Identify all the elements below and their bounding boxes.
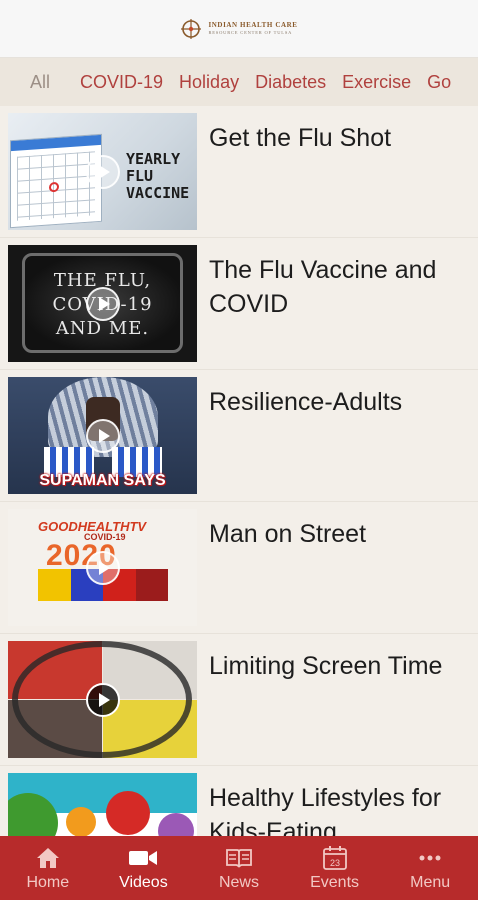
- video-title[interactable]: Man on Street: [197, 509, 376, 633]
- video-title[interactable]: Healthy Lifestyles for Kids-Eating: [197, 773, 478, 836]
- nav-videos[interactable]: Videos: [96, 836, 192, 900]
- video-item-get-the-flu-shot[interactable]: YEARLY FLU VACCINE Get the Flu Shot: [0, 106, 478, 238]
- play-icon[interactable]: [85, 682, 120, 717]
- tab-holiday[interactable]: Holiday: [171, 72, 247, 93]
- video-title[interactable]: Resilience-Adults: [197, 377, 412, 501]
- thumbnail-text: YEARLY FLU VACCINE: [126, 150, 190, 202]
- newspaper-icon: [226, 848, 252, 867]
- play-icon[interactable]: [85, 418, 120, 453]
- video-list: YEARLY FLU VACCINE Get the Flu Shot THE …: [0, 106, 478, 836]
- app-header: INDIAN HEALTH CARE RESOURCE CENTER OF TU…: [0, 0, 478, 58]
- nav-news-label: News: [218, 873, 259, 891]
- video-item-resilience-adults[interactable]: SUPAMAN SAYS Resilience-Adults: [0, 370, 478, 502]
- play-icon[interactable]: [85, 286, 120, 321]
- video-title[interactable]: Get the Flu Shot: [197, 113, 401, 237]
- logo: INDIAN HEALTH CARE RESOURCE CENTER OF TU…: [180, 18, 297, 40]
- nav-home[interactable]: Home: [0, 836, 96, 900]
- video-thumbnail[interactable]: [8, 641, 197, 758]
- app-root: INDIAN HEALTH CARE RESOURCE CENTER OF TU…: [0, 0, 478, 900]
- video-thumbnail[interactable]: [8, 773, 197, 836]
- video-thumbnail[interactable]: THE FLU, COVID-19 AND ME.: [8, 245, 197, 362]
- tab-covid-19[interactable]: COVID-19: [72, 72, 171, 93]
- nav-videos-label: Videos: [119, 873, 168, 891]
- tab-exercise[interactable]: Exercise: [334, 72, 419, 93]
- tab-diabetes[interactable]: Diabetes: [247, 72, 334, 93]
- logo-title: INDIAN HEALTH CARE: [208, 20, 298, 29]
- logo-subtitle: RESOURCE CENTER OF TULSA: [208, 29, 293, 35]
- video-item-limiting-screen-time[interactable]: Limiting Screen Time: [0, 634, 478, 766]
- video-camera-icon: [129, 850, 158, 865]
- orange-shape: [66, 807, 96, 836]
- video-thumbnail[interactable]: GOODHEALTHTV COVID-19 2020: [8, 509, 197, 626]
- tab-all[interactable]: All: [0, 72, 72, 93]
- nav-events[interactable]: 23 Events: [287, 836, 383, 900]
- grape-shape: [158, 813, 194, 836]
- tab-go[interactable]: Go: [419, 72, 459, 93]
- video-thumbnail[interactable]: SUPAMAN SAYS: [8, 377, 197, 494]
- home-icon: [36, 847, 59, 868]
- video-title[interactable]: Limiting Screen Time: [197, 641, 452, 765]
- nav-menu[interactable]: Menu: [382, 836, 478, 900]
- thumbnail-text: SUPAMAN SAYS: [39, 472, 166, 489]
- video-title[interactable]: The Flu Vaccine and COVID: [197, 245, 478, 369]
- apple-shape: [106, 791, 150, 835]
- nav-events-label: Events: [310, 873, 360, 891]
- video-item-man-on-street[interactable]: GOODHEALTHTV COVID-19 2020 Man on Street: [0, 502, 478, 634]
- category-tabs: All COVID-19 Holiday Diabetes Exercise G…: [0, 58, 478, 106]
- bottom-navigation: Home Videos News 23 Events Menu: [0, 836, 478, 900]
- video-item-flu-vaccine-and-covid[interactable]: THE FLU, COVID-19 AND ME. The Flu Vaccin…: [0, 238, 478, 370]
- nav-news[interactable]: News: [191, 836, 287, 900]
- video-item-healthy-lifestyles-kids-eating[interactable]: Healthy Lifestyles for Kids-Eating: [0, 766, 478, 836]
- logo-mark-icon: [181, 18, 202, 39]
- play-icon[interactable]: [85, 550, 120, 585]
- calendar-icon: 23: [322, 845, 347, 870]
- nav-menu-label: Menu: [410, 873, 451, 891]
- play-icon[interactable]: [85, 154, 120, 189]
- calendar-date: 23: [330, 858, 340, 868]
- video-thumbnail[interactable]: YEARLY FLU VACCINE: [8, 113, 197, 230]
- nav-home-label: Home: [26, 873, 70, 891]
- more-dots-icon: [419, 855, 441, 860]
